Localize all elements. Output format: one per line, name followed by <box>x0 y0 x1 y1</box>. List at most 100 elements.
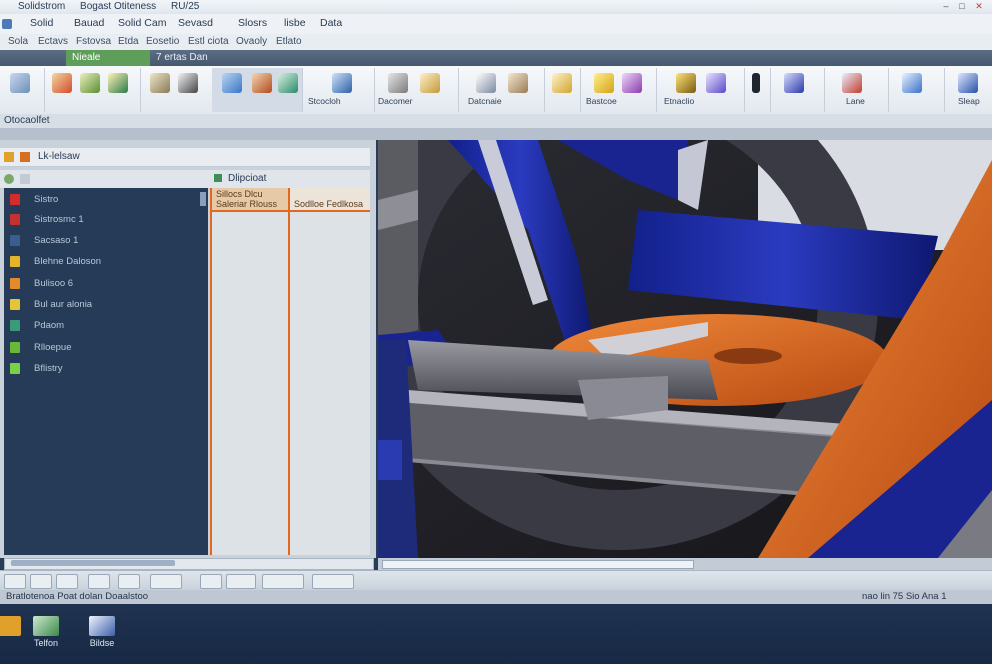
display-style-icon[interactable] <box>842 73 862 93</box>
taskbar-item[interactable]: Telfon <box>22 614 70 660</box>
command-etlato[interactable]: Etlato <box>276 36 302 47</box>
view-iso-icon[interactable] <box>30 574 52 589</box>
tree-item[interactable]: Bflistry <box>4 359 208 379</box>
chamfer-icon[interactable] <box>332 73 352 93</box>
loft-icon[interactable] <box>150 73 170 93</box>
command-sola[interactable]: Sola <box>8 36 28 47</box>
menu-bar: Solid Bauad Solid Cam Sevasd Slosrs lisb… <box>0 14 992 35</box>
hide-show-icon[interactable] <box>262 574 304 589</box>
extrude-icon[interactable] <box>52 73 72 93</box>
mirror-icon[interactable] <box>252 73 272 93</box>
sketch-icon[interactable] <box>10 73 30 93</box>
feature-icon <box>10 235 20 246</box>
menu-item-solid-cam[interactable]: Solid Cam <box>118 17 166 29</box>
pan-icon[interactable] <box>150 574 182 589</box>
tree-scroll-arrow[interactable] <box>200 192 206 206</box>
panel-header: Lk-lelsaw <box>0 148 370 167</box>
tab-nieale[interactable]: Nieale <box>66 50 150 66</box>
ribbon-group-2 <box>44 68 141 112</box>
tab-7-ertas-dan[interactable]: 7 ertas Dan <box>150 50 214 66</box>
minimize-button[interactable]: – <box>940 1 952 12</box>
panel-horizontal-scrollbar[interactable] <box>4 558 374 570</box>
menu-item-lisbe[interactable]: lisbe <box>284 17 306 29</box>
measure-icon[interactable] <box>476 73 496 93</box>
tree-item[interactable]: Bul aur alonia <box>4 295 208 315</box>
close-button[interactable]: ✕ <box>973 1 985 12</box>
cad-model-render[interactable] <box>378 140 992 558</box>
material-icon[interactable] <box>706 73 726 93</box>
zoom-area-icon[interactable] <box>88 574 110 589</box>
ribbon-label-etnaclio: Etnaclio <box>664 96 695 106</box>
feature-tree: Sistro Sistrosmc 1 Sacsaso 1 Blehne Dalo… <box>4 188 208 555</box>
ribbon-group-13: Lane <box>824 68 889 112</box>
menu-item-bauad[interactable]: Bauad <box>74 17 104 29</box>
tree-item[interactable]: Blehne Daloson <box>4 252 208 272</box>
pattern-icon[interactable] <box>222 73 242 93</box>
cylinder-icon[interactable] <box>388 73 408 93</box>
ribbon-group-11 <box>744 68 771 112</box>
command-estl-ciota[interactable]: Estl ciota <box>188 36 229 47</box>
block-icon[interactable] <box>420 73 440 93</box>
tree-item[interactable]: Sistrosmc 1 <box>4 210 208 230</box>
render-icon[interactable] <box>676 73 696 93</box>
tree-item[interactable]: Sistro <box>4 190 208 210</box>
rotate-icon[interactable] <box>118 574 140 589</box>
folder-icon <box>4 152 14 162</box>
tree-item-label: Sistro <box>34 194 59 205</box>
expand-icon[interactable] <box>20 174 30 184</box>
sweep-icon[interactable] <box>108 73 128 93</box>
view-front-icon[interactable] <box>4 574 26 589</box>
ribbon-group-1 <box>0 68 45 112</box>
scroll-thumb[interactable] <box>11 560 175 566</box>
value-header[interactable]: Sodlloe Fedlkosa <box>290 188 370 212</box>
tree-item-label: Bul aur alonia <box>34 299 93 310</box>
tree-item[interactable]: Sacsaso 1 <box>4 231 208 251</box>
display-mode-icon[interactable] <box>226 574 256 589</box>
section-icon[interactable] <box>508 73 528 93</box>
command-ectavs[interactable]: Ectavs <box>38 36 68 47</box>
folder-icon <box>0 616 21 636</box>
ribbon-label-sleap: Sleap <box>958 96 980 106</box>
revolve-icon[interactable] <box>80 73 100 93</box>
tree-item[interactable]: Pdaom <box>4 316 208 336</box>
tree-item[interactable]: Bulisoo 6 <box>4 274 208 294</box>
tab-dlipcioat[interactable]: Dlipcioat <box>228 173 266 184</box>
shell-icon[interactable] <box>178 73 198 93</box>
feature-icon <box>10 363 20 374</box>
app-menu-icon[interactable] <box>2 19 12 29</box>
app-shortcut-icon <box>33 616 59 636</box>
fillet-icon[interactable] <box>278 73 298 93</box>
command-eosetio[interactable]: Eosetio <box>146 36 179 47</box>
section-view-icon[interactable] <box>200 574 222 589</box>
menu-item-sevasd[interactable]: Sevasd <box>178 17 213 29</box>
property-tab-icon[interactable] <box>214 174 222 182</box>
restore-button[interactable]: □ <box>956 1 968 12</box>
command-etda[interactable]: Etda <box>118 36 139 47</box>
note-icon[interactable] <box>552 73 572 93</box>
command-fstovsa[interactable]: Fstovsa <box>76 36 111 47</box>
appearance-icon[interactable] <box>622 73 642 93</box>
ribbon: Stcocloh Dacomer Datcnaie Bastcoe Etnacl… <box>0 66 992 115</box>
graphics-viewport[interactable] <box>378 140 992 558</box>
command-ovaoly[interactable]: Ovaoly <box>236 36 267 47</box>
zoom-fit-icon[interactable] <box>56 574 78 589</box>
menu-item-slosrs[interactable]: Slosrs <box>238 17 267 29</box>
info-icon[interactable] <box>752 73 760 93</box>
taskbar-item[interactable]: Bildse <box>78 614 126 660</box>
panel-header-label: Lk-lelsaw <box>38 151 80 162</box>
menu-item-data[interactable]: Data <box>320 17 342 29</box>
menu-item-solid[interactable]: Solid <box>30 17 53 29</box>
viewport-horizontal-scrollbar[interactable] <box>378 558 992 570</box>
scene-icon[interactable] <box>312 574 354 589</box>
feature-icon <box>10 194 20 205</box>
tree-item[interactable]: Rlloepue <box>4 338 208 358</box>
help-icon[interactable] <box>958 73 978 93</box>
view-orient-icon[interactable] <box>784 73 804 93</box>
taskbar-item-label: Bildse <box>89 638 115 648</box>
print-icon[interactable] <box>902 73 922 93</box>
property-header[interactable]: Sillocs Dlcu Saleriar Rlouss <box>212 188 288 212</box>
filter-icon[interactable] <box>4 174 14 184</box>
folder-icon[interactable] <box>594 73 614 93</box>
viewport-scroll-thumb[interactable] <box>382 560 694 569</box>
title-app: Solidstrom <box>18 1 66 12</box>
